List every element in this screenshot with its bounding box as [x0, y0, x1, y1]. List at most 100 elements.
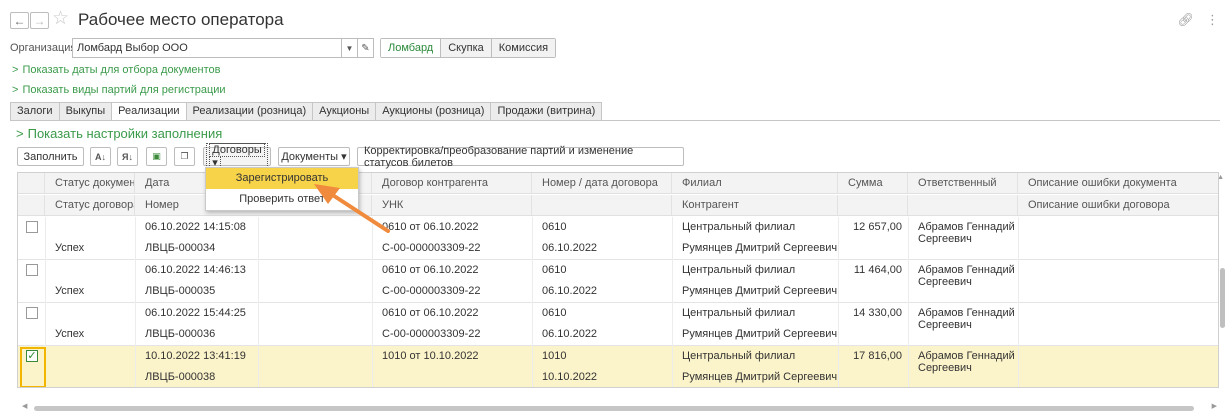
show-batch-types-link[interactable]: > Показать виды партий для регистрации [12, 84, 226, 96]
page-title: Рабочее место оператора [78, 10, 284, 29]
tab-zalogi[interactable]: Залоги [10, 102, 59, 121]
row-sum: 14 330,00 [853, 307, 902, 319]
header-status-contract[interactable]: Статус договора [45, 195, 135, 216]
org-open-button[interactable]: ✎ [357, 38, 374, 58]
row-unk: С-00-000003309-22 [382, 242, 481, 254]
chevron-down-icon: ▼ [345, 43, 354, 53]
row-checkbox[interactable] [26, 264, 38, 276]
mode-segment: Ломбард Скупка Комиссия [380, 38, 557, 58]
check-all-icon[interactable]: ▣ [146, 147, 167, 166]
scroll-left-icon[interactable]: ◀ [22, 402, 27, 410]
row-sum: 12 657,00 [853, 221, 902, 233]
row-contract: 0610 от 06.10.2022 [382, 264, 479, 276]
header-status-doc[interactable]: Статус документа [45, 173, 135, 194]
chevron-down-icon: ▾ [341, 151, 347, 163]
chevron-right-icon: > [16, 126, 24, 141]
column-separator [258, 346, 259, 387]
row-status: Успех [55, 328, 85, 340]
row-sum: 11 464,00 [853, 264, 902, 276]
responsible-line-2: Сергеевич [918, 233, 972, 245]
row-status: Успех [55, 242, 85, 254]
header-sum[interactable]: Сумма [838, 173, 908, 194]
horizontal-scrollbar[interactable] [34, 406, 1194, 411]
sort-desc-icon[interactable]: Я↓ [117, 147, 138, 166]
responsible-line-1: Абрамов Геннадий [918, 350, 1015, 362]
header-err-contract[interactable]: Описание ошибки договора [1018, 195, 1218, 216]
forward-button[interactable]: → [30, 12, 49, 29]
row-contract: 1010 от 10.10.2022 [382, 350, 479, 362]
segment-lombard[interactable]: Ломбард [381, 39, 442, 57]
header-counterparty[interactable]: Контрагент [672, 195, 838, 216]
more-menu-icon[interactable]: ⋮ [1206, 12, 1219, 28]
header-branch[interactable]: Филиал [672, 173, 838, 194]
row-date: 10.10.2022 13:41:19 [145, 350, 246, 362]
header-num-date[interactable]: Номер / дата договора [532, 173, 672, 194]
table-row[interactable]: Успех 06.10.2022 14:46:13 ЛВЦБ-000035 0610 … [18, 260, 1218, 303]
org-field[interactable]: Ломбард Выбор ООО [72, 38, 342, 58]
row-unk: С-00-000003309-22 [382, 328, 481, 340]
tab-prodazhi-vitrina[interactable]: Продажи (витрина) [490, 102, 603, 121]
header-empty [532, 195, 672, 216]
row-sum: 17 816,00 [853, 350, 902, 362]
row-responsible: Абрамов Геннадий Сергеевич [908, 346, 1018, 376]
contracts-label: Договоры [209, 143, 265, 157]
arrow-right-icon: → [33, 13, 46, 28]
row-responsible: Абрамов Геннадий Сергеевич [908, 217, 1018, 247]
segment-komissiya[interactable]: Комиссия [491, 39, 556, 57]
show-settings-link[interactable]: > Показать настройки заполнения [16, 126, 222, 141]
fill-button[interactable]: Заполнить [17, 147, 84, 166]
row-branch: Центральный филиал [682, 264, 796, 276]
scroll-right-icon[interactable]: ▶ [1212, 402, 1217, 410]
row-branch: Центральный филиал [682, 221, 796, 233]
show-batch-types-label: Показать виды партий для регистрации [22, 84, 226, 96]
row-checkbox[interactable] [26, 221, 38, 233]
documents-button[interactable]: Документы ▾ [278, 147, 350, 166]
header-err-doc[interactable]: Описание ошибки документа [1018, 173, 1218, 194]
responsible-line-2: Сергеевич [918, 276, 972, 288]
back-button[interactable]: ← [10, 12, 29, 29]
segment-skupka[interactable]: Скупка [441, 39, 492, 57]
documents-table: Статус документа Дата Договор контрагент… [17, 172, 1219, 388]
row-checkbox[interactable] [26, 307, 38, 319]
table-row[interactable]: ✓ 10.10.2022 13:41:19 ЛВЦБ-000038 1010 от 1… [18, 346, 1218, 387]
org-dropdown-button[interactable]: ▼ [341, 38, 358, 58]
show-dates-link[interactable]: > Показать даты для отбора документов [12, 64, 221, 76]
open-link-icon: ✎ [361, 42, 370, 54]
correct-batches-button[interactable]: Корректировка/преобразование партий и из… [357, 145, 684, 169]
tab-realizacii[interactable]: Реализации [111, 102, 186, 121]
tab-vykupy[interactable]: Выкупы [58, 102, 112, 121]
show-dates-label: Показать даты для отбора документов [22, 64, 221, 76]
row-responsible: Абрамов Геннадий Сергеевич [908, 260, 1018, 290]
favorite-star-icon[interactable]: ☆ [52, 9, 69, 29]
scroll-up-icon[interactable]: ▲ [1217, 174, 1224, 181]
org-label: Организация: [10, 42, 80, 54]
row-number: ЛВЦБ-000036 [145, 328, 216, 340]
table-row[interactable]: Успех 06.10.2022 14:15:08 ЛВЦБ-000034 0610 … [18, 217, 1218, 260]
uncheck-all-icon[interactable]: ❐ [174, 147, 195, 166]
contracts-button[interactable]: Договоры ▾ [203, 143, 271, 170]
responsible-line-2: Сергеевич [918, 362, 972, 374]
header-empty-3 [908, 195, 1018, 216]
table-header-row-2: Статус договора Номер УНК Контрагент Опи… [18, 195, 1218, 216]
chevron-right-icon: > [12, 84, 19, 96]
sort-asc-icon[interactable]: A↓ [90, 147, 111, 166]
table-row[interactable]: Успех 06.10.2022 15:44:25 ЛВЦБ-000036 0610 … [18, 303, 1218, 346]
vertical-scrollbar[interactable] [1220, 268, 1225, 328]
tab-realizacii-roznica[interactable]: Реализации (розница) [185, 102, 313, 121]
row-number: ЛВЦБ-000035 [145, 285, 216, 297]
responsible-line-1: Абрамов Геннадий [918, 221, 1015, 233]
row-date: 06.10.2022 14:15:08 [145, 221, 246, 233]
column-separator [1018, 260, 1019, 303]
tab-aukciony[interactable]: Аукционы [312, 102, 376, 121]
chevron-right-icon: > [12, 64, 19, 76]
header-responsible[interactable]: Ответственный [908, 173, 1018, 194]
row-counterparty: Румянцев Дмитрий Сергеевич [682, 285, 838, 297]
tab-aukciony-roznica[interactable]: Аукционы (розница) [375, 102, 491, 121]
column-separator [258, 217, 259, 260]
row-contract: 0610 от 06.10.2022 [382, 307, 479, 319]
arrow-left-icon: ← [13, 13, 26, 28]
row-unk: С-00-000003309-22 [382, 285, 481, 297]
row-date: 06.10.2022 14:46:13 [145, 264, 246, 276]
row-status: Успех [55, 285, 85, 297]
link-icon[interactable]: 🔗︎ [1177, 12, 1194, 28]
